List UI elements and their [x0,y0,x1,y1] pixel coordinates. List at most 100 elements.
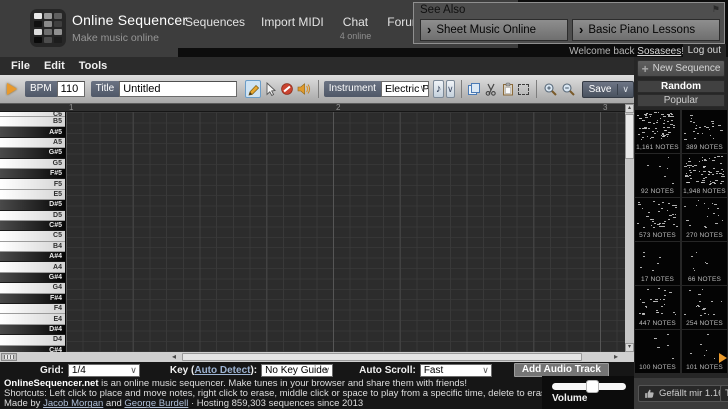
piano-key-Gs5[interactable]: G#5 [0,148,65,158]
piano-key-E5[interactable]: E5 [0,190,65,200]
piano-key-Gs4[interactable]: G#4 [0,273,65,283]
sequence-thumbnail[interactable]: 573 NOTES [635,198,680,241]
scroll-down-button[interactable]: ▾ [625,343,634,352]
grid-select[interactable]: 1/4∨ [68,364,140,377]
piano-key-Cs5[interactable]: C#5 [0,221,65,231]
piano-key-label: F4 [54,305,65,312]
piano-key-label: E4 [53,316,65,323]
piano-key-As4[interactable]: A#4 [0,252,65,262]
save-button[interactable]: Save∨ [582,81,634,98]
cut-button[interactable] [483,80,499,98]
piano-key-F5[interactable]: F5 [0,179,65,189]
scroll-left-button[interactable]: ◂ [168,352,180,362]
sequence-thumbnail[interactable]: 101 NOTES [682,330,727,373]
instrument-select[interactable]: Electric Piano∨ [381,81,429,97]
piano-key-B4[interactable]: B4 [0,242,65,252]
piano-key-label: B4 [53,243,65,250]
piano-key-G5[interactable]: G5 [0,159,65,169]
logo-cell [54,37,62,43]
thumbs-up-icon [644,388,655,399]
piano-key-As5[interactable]: A#5 [0,127,65,137]
menu-file[interactable]: File [4,60,37,72]
logout-button[interactable]: Log out [683,44,726,58]
cursor-tool-button[interactable] [262,80,278,98]
piano-key-Ds5[interactable]: D#5 [0,200,65,210]
sequence-thumbnail[interactable]: 92 NOTES [635,154,680,197]
piano-key-Fs4[interactable]: F#4 [0,294,65,304]
erase-tool-button[interactable] [279,80,295,98]
username-link[interactable]: Sosasees [637,46,681,57]
sequence-thumbnail[interactable]: 17 NOTES [635,242,680,285]
piano-key-label: F#4 [50,295,65,302]
instrument-settings-caret[interactable]: ∨ [446,80,455,98]
piano-key-D4[interactable]: D4 [0,335,65,345]
piano-key-C5[interactable]: C5 [0,231,65,241]
zoom-out-button[interactable] [560,80,577,98]
sequence-thumbnail[interactable]: 447 NOTES [635,286,680,329]
like-button[interactable]: Gefällt mir 1.160 [638,385,728,402]
pencil-tool-button[interactable] [245,80,261,98]
horizontal-scrollbar[interactable]: ◂ ▸ [0,352,634,362]
thumbnail-note-count: 447 NOTES [635,320,680,327]
george-burdell-link[interactable]: George Burdell [124,398,188,409]
preview-sound-button[interactable] [296,80,312,98]
piano-key-D5[interactable]: D5 [0,211,65,221]
piano-key-Fs5[interactable]: F#5 [0,169,65,179]
key-guide-select[interactable]: No Key Guide∨ [261,364,333,377]
piano-key-G4[interactable]: G4 [0,283,65,293]
key-label: Key (Auto Detect): [170,365,257,376]
volume-slider-thumb[interactable] [586,380,599,393]
bpm-input[interactable] [57,81,85,97]
sequence-thumbnail[interactable]: 100 NOTES [635,330,680,373]
instrument-settings-button[interactable]: ♪ [433,80,444,98]
scroll-up-button[interactable]: ▴ [625,104,634,113]
sequence-thumbnail[interactable]: 254 NOTES [682,286,727,329]
scroll-right-button[interactable]: ▸ [610,352,622,362]
measure-timeline[interactable]: 1 2 3 [0,104,625,112]
vertical-scrollbar[interactable]: ▴ ▾ [625,104,634,352]
sequence-thumbnail[interactable]: 1,948 NOTES [682,154,727,197]
select-region-button[interactable] [517,80,530,98]
title-input[interactable] [119,81,237,97]
logo-cell [34,29,42,35]
jacob-morgan-link[interactable]: Jacob Morgan [43,398,103,409]
nav-sequences[interactable]: Sequences [185,15,245,41]
toolbar-separator [461,80,462,98]
copy-button[interactable] [466,80,482,98]
sheet-music-online-link[interactable]: ›Sheet Music Online [420,19,568,41]
piano-key-B5[interactable]: B5 [0,117,65,127]
piano-key-A5[interactable]: A5 [0,138,65,148]
basic-piano-lessons-link[interactable]: ›Basic Piano Lessons [572,19,720,41]
piano-key-Ds4[interactable]: D#4 [0,325,65,335]
piano-key-A4[interactable]: A4 [0,262,65,272]
zoom-in-button[interactable] [542,80,559,98]
nav-chat[interactable]: Chat4 online [340,15,372,41]
sequence-thumbnail[interactable]: 66 NOTES [682,242,727,285]
tab-popular[interactable]: Popular [637,94,725,107]
editor-area: File Edit Tools BPM Title Instrument [0,57,634,409]
sequence-thumbnail[interactable]: 1,161 NOTES [635,110,680,153]
sidebar-scroll-arrow-icon[interactable] [719,353,727,363]
menu-edit[interactable]: Edit [37,60,72,72]
vertical-scroll-thumb[interactable] [625,114,634,159]
sequence-thumbnail[interactable]: 270 NOTES [682,198,727,241]
measure-number: 2 [336,103,340,112]
menu-tools[interactable]: Tools [72,60,115,72]
piano-key-F4[interactable]: F4 [0,304,65,314]
auto-detect-link[interactable]: Auto Detect [194,365,250,376]
play-button[interactable] [7,83,17,95]
horizontal-scroll-thumb[interactable] [182,353,582,361]
volume-slider[interactable] [552,383,626,390]
paste-button[interactable] [500,80,516,98]
note-grid[interactable] [66,112,625,352]
logo[interactable]: Online Sequencer Make music online [0,0,178,57]
add-audio-track-button[interactable]: Add Audio Track [514,363,609,377]
share-button-partial[interactable]: T [720,385,728,402]
auto-scroll-select[interactable]: Fast∨ [420,364,492,377]
toggle-keys-button[interactable] [1,353,17,361]
nav-import-midi[interactable]: Import MIDI [261,15,324,41]
sequence-thumbnail[interactable]: 389 NOTES [682,110,727,153]
piano-key-E4[interactable]: E4 [0,314,65,324]
new-sequence-button[interactable]: +New Sequence [637,60,725,77]
tab-random[interactable]: Random [637,80,725,93]
